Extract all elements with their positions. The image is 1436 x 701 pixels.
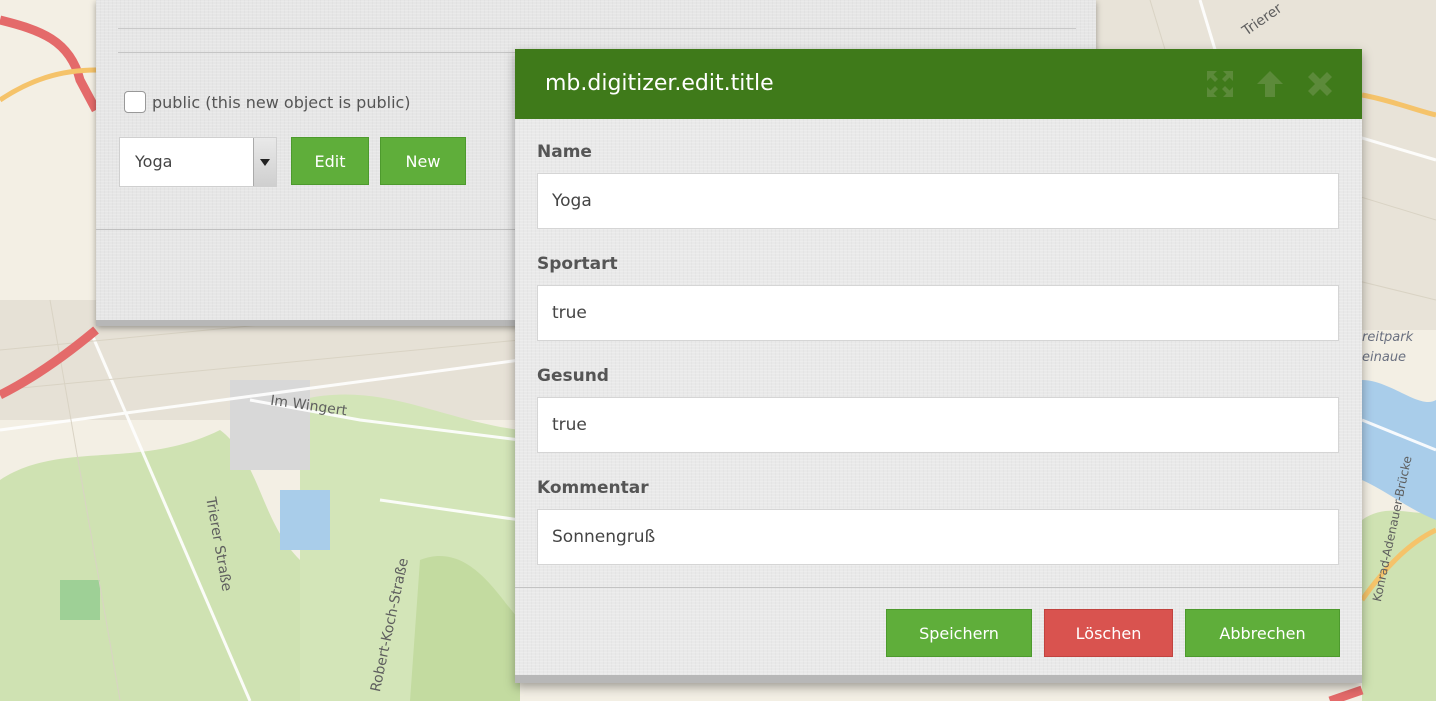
- public-checkbox[interactable]: [124, 91, 146, 113]
- kommentar-label: Kommentar: [537, 478, 649, 498]
- map-label-freizeitpark: reitpark: [1362, 330, 1414, 345]
- name-label: Name: [537, 142, 592, 162]
- map-application: Im Wingert Trierer Straße Robert-Koch-St…: [0, 0, 1436, 701]
- cancel-button[interactable]: Abbrechen: [1185, 609, 1340, 657]
- public-checkbox-label: public (this new object is public): [152, 92, 411, 112]
- delete-button[interactable]: Löschen: [1044, 609, 1173, 657]
- sportart-input[interactable]: [537, 285, 1339, 341]
- gesund-label: Gesund: [537, 366, 609, 386]
- name-input[interactable]: [537, 173, 1339, 229]
- arrow-up-icon[interactable]: [1255, 69, 1285, 99]
- sportart-label: Sportart: [537, 254, 618, 274]
- feature-select[interactable]: Yoga: [119, 137, 277, 187]
- dialog-footer-divider: [515, 587, 1362, 588]
- save-button[interactable]: Speichern: [886, 609, 1032, 657]
- public-checkbox-row[interactable]: public (this new object is public): [124, 91, 411, 113]
- new-button[interactable]: New: [380, 137, 466, 185]
- feature-select-value: Yoga: [135, 152, 173, 171]
- edit-button[interactable]: Edit: [291, 137, 369, 185]
- dialog-title: mb.digitizer.edit.title: [545, 71, 774, 96]
- kommentar-input[interactable]: [537, 509, 1339, 565]
- close-icon[interactable]: [1305, 69, 1335, 99]
- digitizer-edit-dialog: mb.digitizer.edit.title Name Sportart: [515, 49, 1362, 683]
- dialog-bottom-bar: [515, 675, 1362, 683]
- divider: [118, 28, 1076, 29]
- gesund-input[interactable]: [537, 397, 1339, 453]
- chevron-down-icon[interactable]: [253, 138, 276, 186]
- dialog-header[interactable]: mb.digitizer.edit.title: [515, 49, 1362, 119]
- expand-icon[interactable]: [1205, 69, 1235, 99]
- map-label-rheinaue: einaue: [1362, 350, 1407, 365]
